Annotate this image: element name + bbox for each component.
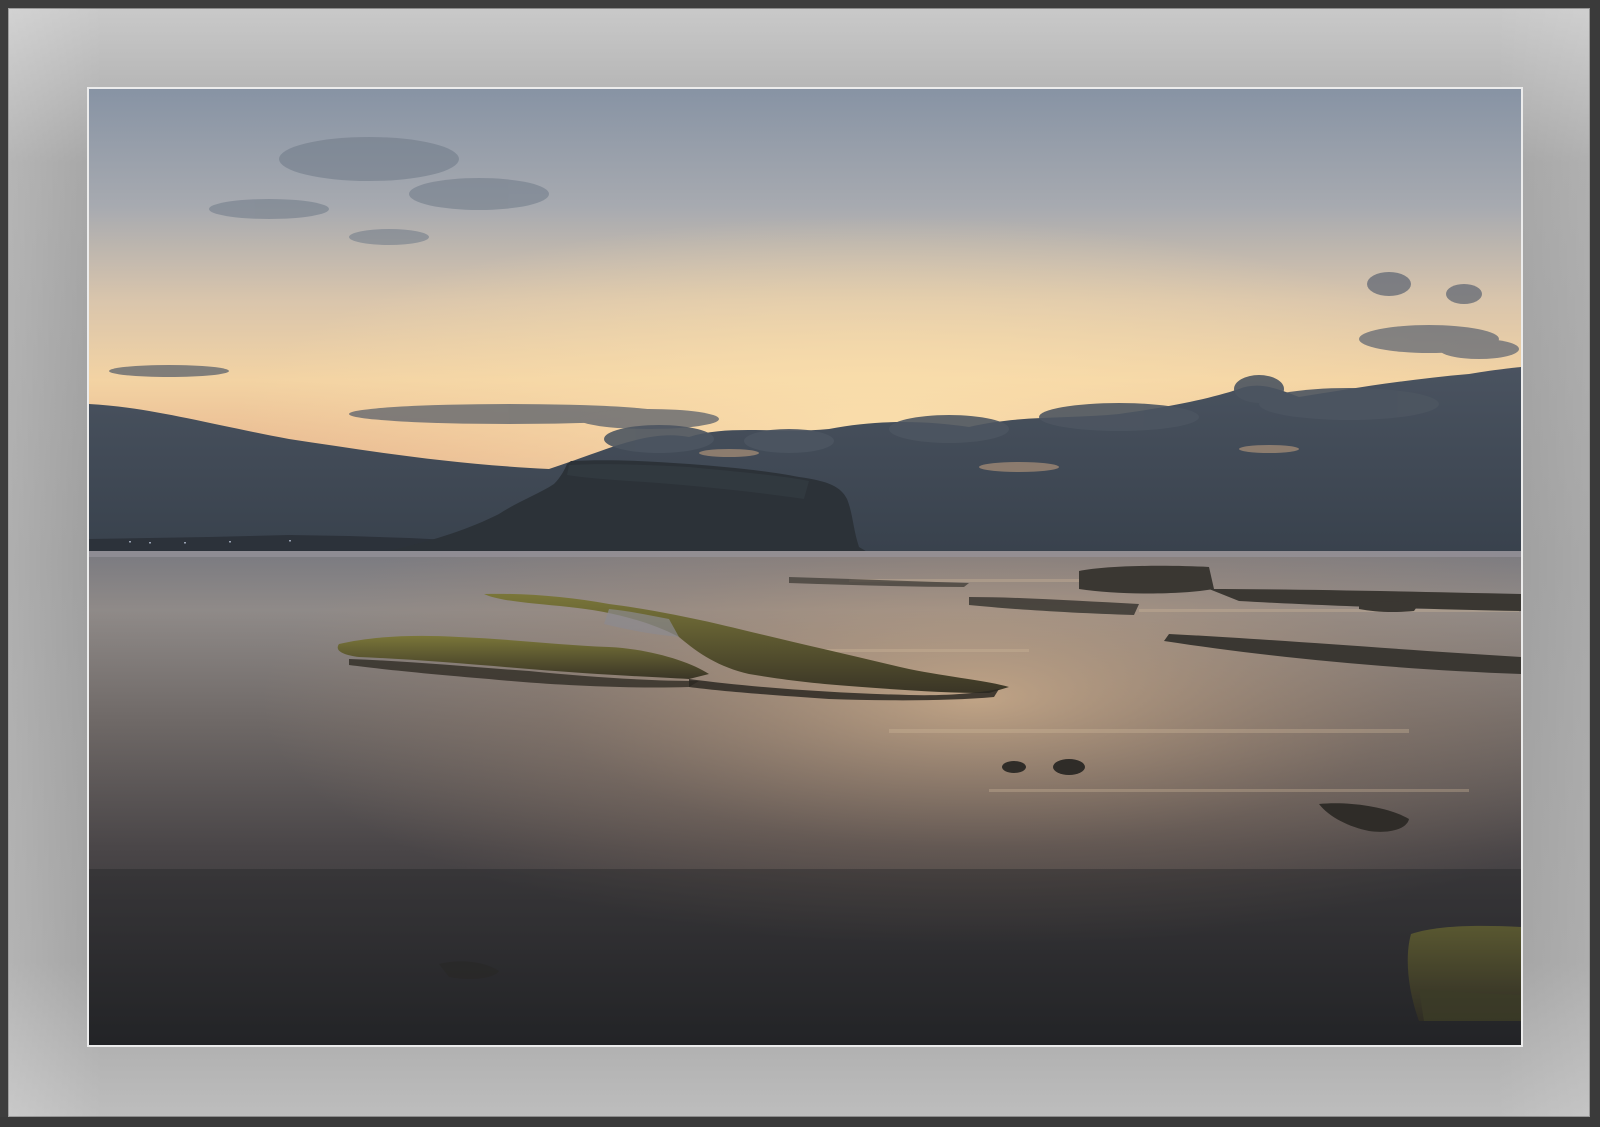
photo-border bbox=[87, 87, 1523, 1047]
photo-mat bbox=[8, 8, 1590, 1117]
photo-image bbox=[89, 89, 1521, 1045]
